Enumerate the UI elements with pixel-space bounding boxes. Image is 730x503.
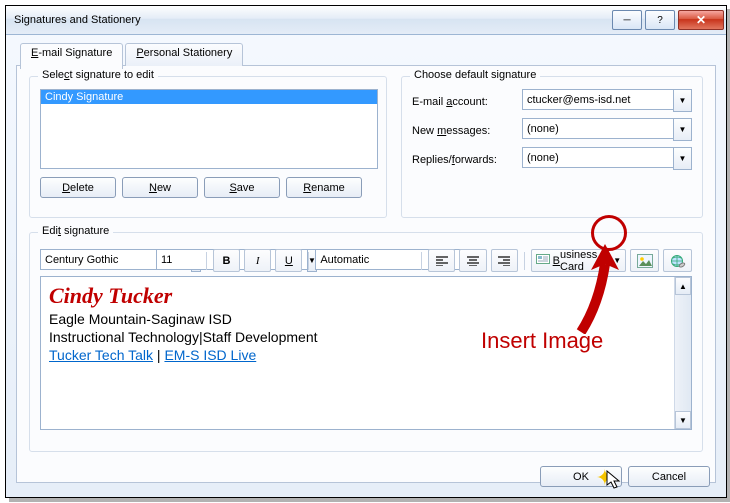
rename-button[interactable]: Rename [286,177,362,198]
dialog-window: Signatures and Stationery ─ ? ✕ E-mail S… [5,5,727,498]
minimize-button[interactable]: ─ [612,10,642,30]
picture-icon [637,254,653,268]
new-messages-value[interactable] [522,118,673,139]
select-signature-title: Select signature to edit [38,69,158,81]
email-account-label: E-mail account: [412,93,522,108]
bold-button[interactable]: B [213,249,240,272]
replies-combo[interactable]: ▼ [522,147,692,170]
default-signature-title: Choose default signature [410,69,540,81]
new-button[interactable]: New [122,177,198,198]
annotation-arrow-icon [563,244,623,334]
email-account-combo[interactable]: ▼ [522,89,692,112]
tabstrip: E-mail Signature Personal Stationery [16,43,716,66]
delete-button[interactable]: Delete [40,177,116,198]
signature-listbox[interactable]: Cindy Signature [40,89,378,169]
close-button[interactable]: ✕ [678,10,724,30]
default-signature-group: Choose default signature E-mail account:… [401,76,703,218]
color-combo[interactable]: ▼ [315,249,415,272]
replies-value[interactable] [522,147,673,168]
window-title: Signatures and Stationery [14,14,141,26]
new-messages-combo[interactable]: ▼ [522,118,692,141]
cancel-button[interactable]: Cancel [628,466,710,487]
font-combo[interactable]: ▼ [40,249,152,272]
underline-button[interactable]: U [275,249,302,272]
globe-link-icon [670,254,686,268]
separator [308,252,309,270]
align-left-button[interactable] [428,249,455,272]
email-account-value[interactable] [522,89,673,110]
insert-hyperlink-button[interactable] [663,249,692,272]
scroll-down-icon[interactable]: ▼ [675,411,691,429]
scrollbar[interactable]: ▲ ▼ [674,277,691,429]
tab-personal-stationery[interactable]: Personal Stationery [125,43,243,68]
insert-image-button[interactable] [630,249,659,272]
separator [524,252,525,270]
separator [206,252,207,270]
italic-button[interactable]: I [244,249,271,272]
cursor-icon [606,470,622,495]
signature-link[interactable]: EM-S ISD Live [164,347,256,363]
edit-signature-title: Edit signature [38,225,113,237]
align-right-button[interactable] [491,249,518,272]
dropdown-icon[interactable]: ▼ [673,89,692,112]
tab-panel: Select signature to edit Cindy Signature… [16,66,716,483]
dropdown-icon[interactable]: ▼ [673,118,692,141]
align-center-button[interactable] [459,249,486,272]
select-signature-group: Select signature to edit Cindy Signature… [29,76,387,218]
scroll-up-icon[interactable]: ▲ [675,277,691,295]
size-combo[interactable]: ▼ [156,249,200,272]
card-icon [536,253,550,268]
help-button[interactable]: ? [645,10,675,30]
signature-link[interactable]: Tucker Tech Talk [49,347,153,363]
signature-list-item[interactable]: Cindy Signature [41,90,377,104]
dialog-footer: OK Cancel [540,466,710,487]
tab-email-signature[interactable]: E-mail Signature [20,43,123,69]
annotation-text: Insert Image [481,328,603,354]
dropdown-icon[interactable]: ▼ [673,147,692,170]
separator [421,252,422,270]
replies-label: Replies/forwards: [412,151,522,166]
titlebar: Signatures and Stationery ─ ? ✕ [6,6,726,35]
save-button[interactable]: Save [204,177,280,198]
new-messages-label: New messages: [412,122,522,137]
